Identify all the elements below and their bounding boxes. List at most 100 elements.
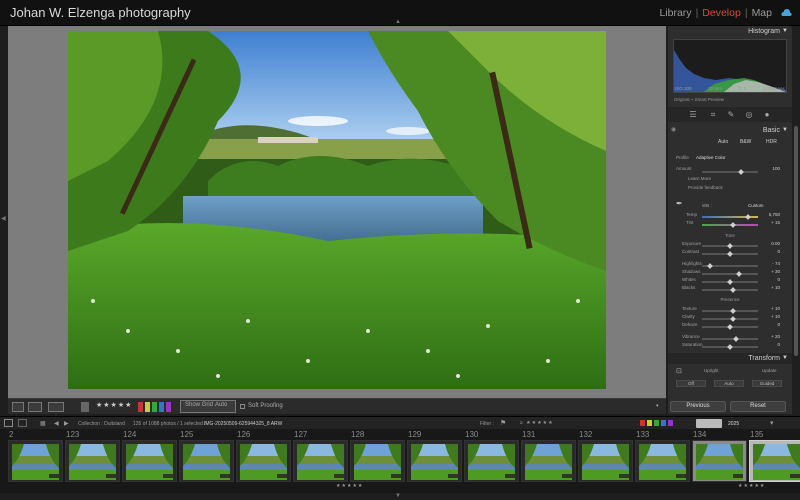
saturation-value[interactable]: 0 xyxy=(760,342,780,347)
treatment-hdr[interactable]: HDR xyxy=(766,139,777,145)
filmstrip-thumbnail[interactable] xyxy=(179,440,234,482)
treatment-bw[interactable]: B&W xyxy=(740,139,751,145)
show-grid-control[interactable]: Show Grid Auto xyxy=(180,400,236,413)
collapse-triangle-icon[interactable]: ▼ xyxy=(782,127,788,133)
filmstrip-thumbnail[interactable] xyxy=(8,440,63,482)
label-red[interactable] xyxy=(138,402,143,412)
flag-icon[interactable] xyxy=(81,402,89,412)
nav-back-icon[interactable]: ◀ xyxy=(54,420,59,427)
clarity-value[interactable]: + 10 xyxy=(760,314,780,319)
filmstrip-thumbnail[interactable] xyxy=(407,440,462,482)
filmstrip-thumbnail[interactable] xyxy=(521,440,576,482)
right-panel-scrollbar[interactable] xyxy=(792,26,800,414)
upright-off-button[interactable]: Off xyxy=(676,380,706,387)
label-purple[interactable] xyxy=(166,402,171,412)
learn-more-link[interactable]: Learn More xyxy=(688,176,711,181)
filmstrip-thumbnail[interactable] xyxy=(65,440,120,482)
top-panel-toggle-icon[interactable]: ▲ xyxy=(395,19,401,25)
tint-slider-knob[interactable] xyxy=(729,222,736,228)
label-yellow[interactable] xyxy=(145,402,150,412)
filter-label-yellow[interactable] xyxy=(647,420,652,426)
tint-value[interactable]: + 15 xyxy=(760,220,780,225)
filmstrip-thumbnail[interactable] xyxy=(578,440,633,482)
filter-preset-toggle[interactable] xyxy=(696,419,722,428)
provide-feedback-link[interactable]: Provide feedback xyxy=(688,185,723,190)
texture-slider-knob[interactable] xyxy=(729,308,736,314)
lock-icon[interactable]: ▾ xyxy=(770,419,774,427)
main-photo[interactable] xyxy=(68,31,606,389)
filmstrip-thumbnail[interactable] xyxy=(293,440,348,482)
panel-switch-icon[interactable]: ◉ xyxy=(671,126,676,133)
vibrance-value[interactable]: + 20 xyxy=(760,334,780,339)
filmstrip-toggle-icon[interactable]: ▼ xyxy=(395,493,401,499)
flag-filter-icon[interactable]: ⚑ xyxy=(500,419,506,427)
cloud-sync-icon[interactable] xyxy=(781,8,792,17)
before-after-swap-button[interactable] xyxy=(48,402,64,412)
upright-auto-button[interactable]: Auto xyxy=(714,380,744,387)
temp-value[interactable]: 5,750 xyxy=(760,212,780,217)
histogram-graph[interactable] xyxy=(673,39,787,93)
transform-header[interactable]: Transform ▼ xyxy=(668,353,792,364)
loupe-view-button[interactable] xyxy=(12,402,24,412)
eyedropper-icon[interactable]: ✒ xyxy=(676,199,683,208)
second-window-button[interactable] xyxy=(18,419,27,427)
amount-value[interactable]: 100 xyxy=(760,166,780,171)
module-map[interactable]: Map xyxy=(752,7,772,19)
module-library[interactable]: Library xyxy=(659,7,691,19)
exposure-value[interactable]: 0.00 xyxy=(760,241,780,246)
label-green[interactable] xyxy=(152,402,157,412)
wb-value[interactable]: Custom xyxy=(748,203,764,208)
year-filter-value[interactable]: 2025 xyxy=(728,421,739,427)
main-window-button[interactable] xyxy=(4,419,13,427)
masking-icon[interactable]: ● xyxy=(762,110,772,119)
previous-button[interactable]: Previous xyxy=(670,401,726,412)
before-after-button[interactable] xyxy=(28,402,42,412)
current-filename[interactable]: IMG-20250509-625944325_8 ARW xyxy=(204,421,282,427)
filter-label-green[interactable] xyxy=(654,420,659,426)
basic-header[interactable]: ◉ Basic ▼ xyxy=(668,125,792,136)
collapse-triangle-icon[interactable]: ▼ xyxy=(782,355,788,361)
filter-label-blue[interactable] xyxy=(661,420,666,426)
filmstrip-thumbnail[interactable] xyxy=(464,440,519,482)
profile-value[interactable]: Adaptive Color xyxy=(696,155,726,160)
texture-value[interactable]: + 10 xyxy=(760,306,780,311)
histogram-header[interactable]: Histogram ▼ xyxy=(668,26,792,37)
vibrance-slider-track[interactable] xyxy=(702,338,758,340)
label-blue[interactable] xyxy=(159,402,164,412)
treatment-auto[interactable]: Auto xyxy=(718,139,728,145)
filmstrip-thumbnail[interactable] xyxy=(122,440,177,482)
reset-button[interactable]: Reset xyxy=(730,401,786,412)
soft-proofing-checkbox[interactable] xyxy=(240,404,245,409)
highlights-value[interactable]: - 74 xyxy=(760,261,780,266)
dehaze-value[interactable]: 0 xyxy=(760,322,780,327)
filmstrip-thumbnail[interactable] xyxy=(236,440,291,482)
toolbar-menu-icon[interactable]: ▾ xyxy=(656,403,659,413)
filmstrip-thumbnail[interactable] xyxy=(635,440,690,482)
upright-guided-button[interactable]: Guided xyxy=(752,380,782,387)
filmstrip-thumbnail[interactable] xyxy=(749,440,800,482)
filter-label-red[interactable] xyxy=(640,420,645,426)
image-canvas[interactable] xyxy=(8,26,666,398)
rating-filter[interactable]: ≥ ★★★★★ xyxy=(520,420,554,426)
left-panel-toggle-icon[interactable]: ◀ xyxy=(1,215,6,222)
collection-source[interactable]: Collection : Duitsland xyxy=(78,421,125,427)
show-grid-value[interactable]: Auto xyxy=(215,402,227,408)
edit-sliders-icon[interactable]: ☰ xyxy=(688,110,698,119)
scrollbar-thumb[interactable] xyxy=(794,126,798,356)
shadows-slider-track[interactable] xyxy=(702,273,758,275)
filter-label-purple[interactable] xyxy=(668,420,673,426)
shadows-value[interactable]: + 30 xyxy=(760,269,780,274)
whites-value[interactable]: 0 xyxy=(760,277,780,282)
red-eye-icon[interactable]: ◎ xyxy=(744,110,754,119)
filmstrip-thumbnail[interactable] xyxy=(350,440,405,482)
blacks-value[interactable]: + 10 xyxy=(760,285,780,290)
healing-icon[interactable]: ✎ xyxy=(726,110,736,119)
module-develop[interactable]: Develop xyxy=(702,7,741,19)
collapse-triangle-icon[interactable]: ▼ xyxy=(782,28,788,34)
amount-slider-track[interactable] xyxy=(702,171,758,173)
clarity-slider-knob[interactable] xyxy=(729,316,736,322)
update-button[interactable]: Update xyxy=(762,368,777,373)
crop-icon[interactable]: ⌗ xyxy=(708,110,718,119)
vibrance-slider-knob[interactable] xyxy=(732,336,739,342)
filmstrip-thumbnail[interactable] xyxy=(692,440,747,482)
